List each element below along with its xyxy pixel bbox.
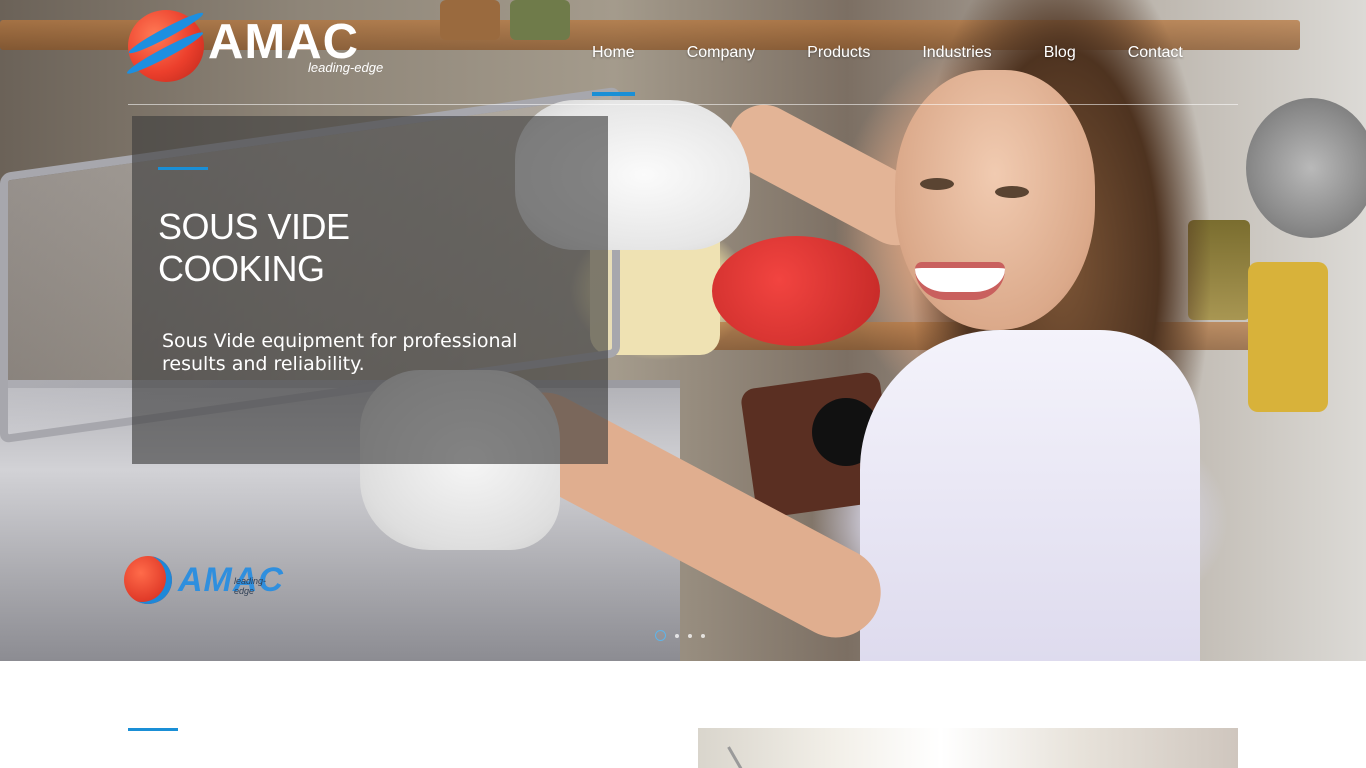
slide-title: SOUS VIDE COOKING: [158, 206, 578, 290]
machine-logo-tagline: leading-edge: [234, 576, 267, 596]
nav-products[interactable]: Products: [781, 43, 896, 63]
site-logo[interactable]: AMAC leading-edge: [128, 10, 393, 82]
nav-industries[interactable]: Industries: [896, 43, 1017, 63]
nav-company[interactable]: Company: [661, 43, 781, 63]
slide-caption: SOUS VIDE COOKING Sous Vide equipment fo…: [132, 116, 608, 464]
red-cheese: [712, 236, 880, 346]
section-image: [698, 728, 1238, 768]
nav-contact[interactable]: Contact: [1102, 43, 1209, 63]
eye: [920, 178, 954, 190]
globe-icon: [124, 556, 172, 604]
smile: [915, 262, 1005, 300]
nav-home[interactable]: Home: [566, 43, 661, 96]
caption-accent-line: [158, 167, 208, 170]
slide-subtitle: Sous Vide equipment for professional res…: [162, 330, 518, 375]
machine-logo: AMAC leading-edge: [124, 556, 284, 604]
hanging-pan: [1246, 98, 1366, 238]
slide-title-line-2: COOKING: [158, 248, 325, 289]
slide-title-line-1: SOUS VIDE: [158, 206, 350, 247]
slider-pagination: [655, 630, 705, 641]
slider-dot-3[interactable]: [688, 633, 692, 638]
main-nav: Home Company Products Industries Blog Co…: [566, 43, 1209, 96]
slider-dot-1[interactable]: [655, 630, 666, 641]
eye: [995, 186, 1029, 198]
jar: [510, 0, 570, 40]
nav-blog[interactable]: Blog: [1018, 43, 1102, 63]
globe-icon: [128, 10, 204, 82]
slider-dot-4[interactable]: [701, 633, 705, 638]
slider-dot-2[interactable]: [675, 633, 679, 638]
woman-body: [860, 330, 1200, 661]
header-divider: [128, 104, 1238, 105]
logo-tagline: leading-edge: [308, 60, 384, 75]
kitchen-tool: [1248, 262, 1328, 412]
section-accent-line: [128, 728, 178, 731]
jar: [440, 0, 500, 40]
